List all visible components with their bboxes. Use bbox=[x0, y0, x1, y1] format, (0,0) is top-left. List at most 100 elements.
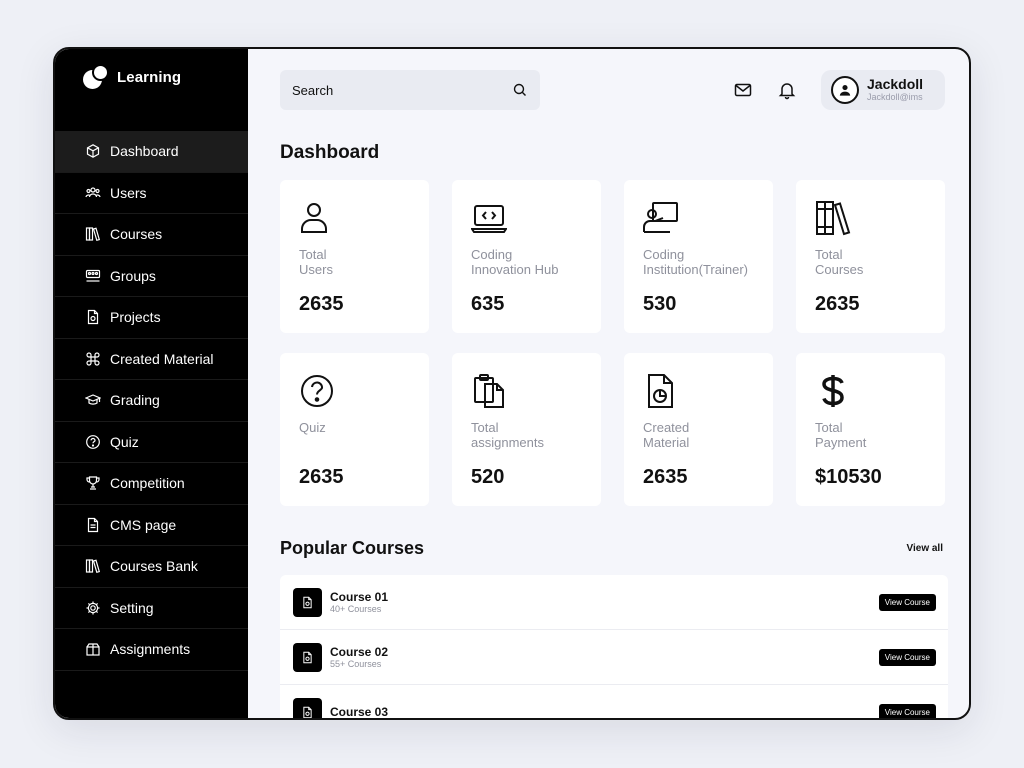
sidebar-item-label: Assignments bbox=[110, 641, 191, 658]
stat-card[interactable]: Total Users 2635 bbox=[280, 180, 429, 333]
section-title: Popular Courses bbox=[280, 538, 425, 558]
stat-value: 2635 bbox=[299, 466, 344, 488]
stat-card[interactable]: Quiz 2635 bbox=[280, 353, 429, 506]
sidebar-item-label: Courses Bank bbox=[110, 558, 198, 575]
stat-card[interactable]: Total assignments 520 bbox=[452, 353, 601, 506]
top-icons: Jackdoll Jackdoll@ims bbox=[733, 70, 945, 110]
stat-label: Created Material bbox=[643, 420, 690, 450]
books-icon bbox=[85, 226, 101, 242]
sidebar-item-label: Created Material bbox=[110, 350, 214, 367]
main-content: Jackdoll Jackdoll@ims Dashboard Total Us… bbox=[248, 49, 969, 718]
stat-label: Coding Institution(Trainer) bbox=[643, 247, 748, 277]
stat-card[interactable]: Created Material 2635 bbox=[624, 353, 773, 506]
sidebar-item-courses[interactable]: Courses bbox=[55, 214, 248, 256]
books-icon bbox=[85, 558, 101, 574]
course-text: Course 03 bbox=[330, 705, 388, 718]
stat-card[interactable]: Coding Innovation Hub 635 bbox=[452, 180, 601, 333]
course-list: Course 01 40+ Courses View Course Course 02… bbox=[280, 575, 948, 718]
stat-value: 520 bbox=[471, 466, 505, 488]
search-icon[interactable] bbox=[512, 82, 528, 98]
course-title: Course 03 bbox=[330, 705, 389, 718]
sidebar-nav: Dashboard Users Courses Groups Projects Creat… bbox=[55, 131, 248, 671]
course-title: Course 02 bbox=[330, 644, 389, 659]
sidebar-item-courses-bank[interactable]: Courses Bank bbox=[55, 546, 248, 588]
sidebar-item-dashboard[interactable]: Dashboard bbox=[55, 131, 248, 173]
stat-card[interactable]: Coding Institution(Trainer) 530 bbox=[624, 180, 773, 333]
app-window: Learning Dashboard Users Courses Groups Proj… bbox=[53, 47, 971, 720]
stat-card[interactable]: Total Payment $10530 bbox=[796, 353, 945, 506]
brand-logo-icon bbox=[83, 64, 111, 90]
document-icon bbox=[85, 517, 101, 533]
sidebar-item-projects[interactable]: Projects bbox=[55, 297, 248, 339]
course-text: Course 01 40+ Courses bbox=[330, 590, 388, 615]
bell-icon[interactable] bbox=[777, 80, 797, 100]
course-row: Course 01 40+ Courses View Course bbox=[280, 575, 948, 630]
file-chart-icon bbox=[643, 373, 679, 409]
stat-value: 530 bbox=[643, 293, 677, 315]
sidebar-item-label: Dashboard bbox=[110, 143, 179, 160]
sidebar-item-label: CMS page bbox=[110, 516, 177, 533]
course-subtitle: 40+ Courses bbox=[330, 603, 382, 614]
sidebar-item-label: Competition bbox=[110, 475, 185, 492]
graduation-cap-icon bbox=[85, 392, 101, 408]
course-title: Course 01 bbox=[330, 589, 389, 604]
view-course-button[interactable]: View Course bbox=[878, 703, 936, 718]
file-icon bbox=[85, 309, 101, 325]
stat-label: Total assignments bbox=[471, 420, 544, 450]
search-input[interactable] bbox=[292, 82, 512, 98]
brand-name: Learning bbox=[117, 68, 182, 86]
course-file-icon bbox=[293, 587, 322, 617]
sidebar-item-label: Groups bbox=[110, 267, 156, 284]
question-icon bbox=[299, 373, 335, 409]
search-box[interactable] bbox=[280, 70, 540, 110]
stats-grid: Total Users 2635 Coding Innovation Hub 635 C… bbox=[280, 180, 945, 506]
view-course-button[interactable]: View Course bbox=[878, 593, 936, 611]
groups-icon bbox=[85, 268, 101, 284]
stat-label: Total Payment bbox=[815, 420, 867, 450]
topbar: Jackdoll Jackdoll@ims bbox=[280, 69, 945, 111]
command-icon bbox=[85, 351, 101, 367]
sidebar-item-assignments[interactable]: Assignments bbox=[55, 629, 248, 671]
view-all-link[interactable]: View all bbox=[906, 543, 943, 554]
profile-email: Jackdoll@ims bbox=[867, 92, 923, 102]
user-icon bbox=[299, 200, 335, 236]
sidebar-item-competition[interactable]: Competition bbox=[55, 463, 248, 505]
stat-card[interactable]: Total Courses 2635 bbox=[796, 180, 945, 333]
profile-name: Jackdoll bbox=[867, 76, 924, 92]
cube-icon bbox=[85, 143, 101, 159]
books-icon bbox=[815, 200, 851, 236]
user-profile[interactable]: Jackdoll Jackdoll@ims bbox=[821, 70, 945, 110]
trainer-icon bbox=[643, 200, 679, 236]
sidebar-item-label: Users bbox=[110, 184, 147, 201]
question-icon bbox=[85, 434, 101, 450]
sidebar-item-users[interactable]: Users bbox=[55, 173, 248, 214]
course-subtitle: 55+ Courses bbox=[330, 658, 382, 669]
sidebar-item-cms-page[interactable]: CMS page bbox=[55, 505, 248, 546]
sidebar-item-label: Setting bbox=[110, 599, 154, 616]
trophy-icon bbox=[85, 475, 101, 491]
users-icon bbox=[85, 185, 101, 201]
sidebar-item-label: Grading bbox=[110, 392, 160, 409]
laptop-code-icon bbox=[470, 200, 508, 236]
sidebar-item-label: Courses bbox=[110, 226, 163, 243]
sidebar-item-groups[interactable]: Groups bbox=[55, 256, 248, 297]
profile-text: Jackdoll Jackdoll@ims bbox=[867, 77, 923, 103]
stat-value: $10530 bbox=[815, 466, 882, 488]
sidebar-item-setting[interactable]: Setting bbox=[55, 588, 248, 629]
sidebar-item-quiz[interactable]: Quiz bbox=[55, 422, 248, 463]
sidebar-item-grading[interactable]: Grading bbox=[55, 380, 248, 422]
box-icon bbox=[85, 641, 101, 657]
stat-label: Total Users bbox=[299, 247, 333, 277]
stat-label: Quiz bbox=[299, 420, 326, 435]
stat-value: 2635 bbox=[643, 466, 688, 488]
popular-courses-header: Popular Courses View all bbox=[280, 538, 945, 559]
clipboard-icon bbox=[471, 373, 507, 409]
dollar-icon bbox=[815, 373, 851, 409]
brand[interactable]: Learning bbox=[55, 63, 248, 91]
view-course-button[interactable]: View Course bbox=[878, 648, 936, 666]
sidebar-item-created-material[interactable]: Created Material bbox=[55, 339, 248, 380]
avatar bbox=[831, 76, 859, 104]
mail-icon[interactable] bbox=[733, 80, 753, 100]
course-row: Course 03 View Course bbox=[280, 685, 948, 718]
course-row: Course 02 55+ Courses View Course bbox=[280, 630, 948, 685]
